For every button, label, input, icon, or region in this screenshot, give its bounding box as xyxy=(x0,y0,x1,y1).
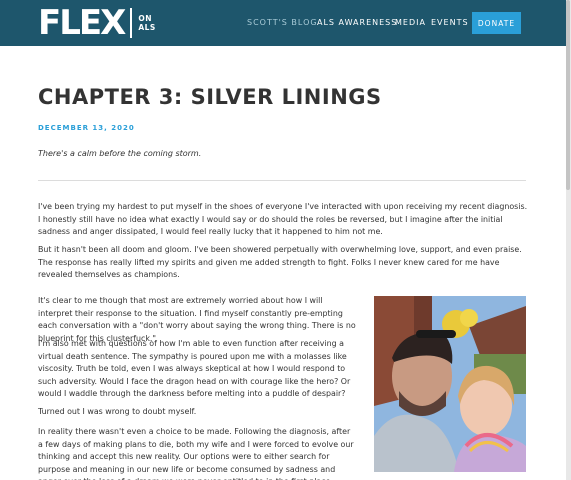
post-paragraph: But it hasn't been all doom and gloom. I… xyxy=(38,245,522,280)
post-title: CHAPTER 3: SILVER LININGS xyxy=(38,85,382,109)
logo-on-text: ON xyxy=(138,14,152,23)
logo-wordmark: FLEX xyxy=(38,3,126,43)
post-paragraph: In reality there wasn't even a choice to… xyxy=(38,427,354,480)
post-paragraph: Turned out I was wrong to doubt myself. xyxy=(38,407,197,416)
post-subtitle: There's a calm before the coming storm. xyxy=(38,149,202,158)
logo-divider xyxy=(130,8,133,38)
scrollbar-thumb[interactable] xyxy=(566,0,570,190)
post-paragraph: I'm also met with questions of how I'm a… xyxy=(38,339,351,399)
logo-als-text: ALS xyxy=(138,23,156,32)
family-selfie-image xyxy=(374,296,526,472)
nav-scotts-blog[interactable]: SCOTT'S BLOG xyxy=(247,18,318,27)
post-divider xyxy=(38,180,526,181)
nav-events[interactable]: EVENTS xyxy=(431,18,469,27)
logo-tagline: ON ALS xyxy=(138,14,156,32)
nav-media[interactable]: MEDIA xyxy=(395,18,426,27)
site-header: FLEX ON ALS SCOTT'S BLOG ALS AWARENESS M… xyxy=(0,0,566,46)
nav-als-awareness[interactable]: ALS AWARENESS xyxy=(317,18,397,27)
post-date: DECEMBER 13, 2020 xyxy=(38,124,135,132)
donate-button[interactable]: DONATE xyxy=(472,12,521,34)
post-paragraph: I've been trying my hardest to put mysel… xyxy=(38,202,528,237)
post-photo xyxy=(374,296,526,472)
site-logo[interactable]: FLEX ON ALS xyxy=(38,3,156,43)
